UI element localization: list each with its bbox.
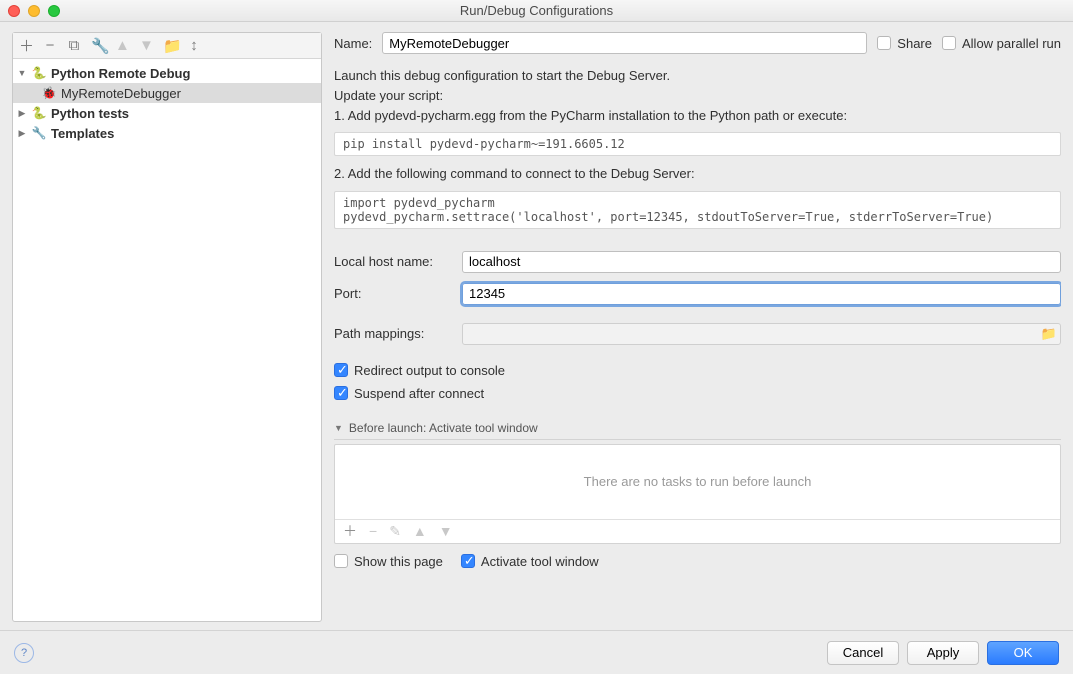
instruction-line: Launch this debug configuration to start…	[334, 66, 1061, 86]
python-icon: 🐍	[31, 106, 47, 120]
move-down-icon[interactable]: ▼	[139, 37, 153, 54]
code-snippet-settrace[interactable]: import pydevd_pycharm pydevd_pycharm.set…	[334, 191, 1061, 229]
remove-config-icon[interactable]: −	[43, 37, 57, 54]
tree-node-label: Python Remote Debug	[51, 66, 190, 81]
port-label: Port:	[334, 286, 454, 301]
before-launch-toolbar: ＋ − ✎ ▲ ▼	[335, 519, 1060, 543]
host-label: Local host name:	[334, 254, 454, 269]
tree-node-label: Templates	[51, 126, 114, 141]
add-config-icon[interactable]: ＋	[19, 35, 33, 56]
share-checkbox[interactable]: Share	[877, 36, 932, 51]
activate-tool-window-label: Activate tool window	[481, 554, 599, 569]
config-tree: ▼ 🐍 Python Remote Debug 🐞 MyRemoteDebugg…	[13, 59, 321, 621]
code-snippet-pip[interactable]: pip install pydevd-pycharm~=191.6605.12	[334, 132, 1061, 156]
sort-icon[interactable]: ↕	[187, 37, 201, 54]
expand-arrow-icon: ▼	[17, 68, 27, 78]
port-input[interactable]	[462, 283, 1061, 305]
collapse-arrow-icon: ▶	[17, 108, 27, 119]
edit-defaults-icon[interactable]: 🔧	[91, 37, 105, 55]
dialog-footer: ? Cancel Apply OK	[0, 630, 1073, 674]
tree-node-python-tests[interactable]: ▶ 🐍 Python tests	[13, 103, 321, 123]
tree-node-python-remote-debug[interactable]: ▼ 🐍 Python Remote Debug	[13, 63, 321, 83]
instruction-step: 1. Add pydevd-pycharm.egg from the PyCha…	[334, 106, 1061, 126]
share-checkbox-input[interactable]	[877, 36, 891, 50]
host-input[interactable]	[462, 251, 1061, 273]
suspend-checkbox-input[interactable]	[334, 386, 348, 400]
instructions-block: Launch this debug configuration to start…	[334, 66, 1061, 126]
remote-debug-icon: 🐞	[41, 86, 57, 100]
suspend-checkbox[interactable]: Suspend after connect	[334, 386, 1061, 401]
remove-task-icon[interactable]: −	[369, 523, 377, 539]
before-launch-header[interactable]: ▼ Before launch: Activate tool window	[334, 421, 1061, 440]
tree-node-myremotedebugger[interactable]: 🐞 MyRemoteDebugger	[13, 83, 321, 103]
folder-picker-icon[interactable]: 📁	[1038, 326, 1060, 342]
show-this-page-checkbox[interactable]: Show this page	[334, 554, 443, 569]
cancel-button[interactable]: Cancel	[827, 641, 899, 665]
tree-node-label: Python tests	[51, 106, 129, 121]
parallel-checkbox-input[interactable]	[942, 36, 956, 50]
ok-button[interactable]: OK	[987, 641, 1059, 665]
copy-config-icon[interactable]: ⧉	[67, 37, 81, 54]
apply-button[interactable]: Apply	[907, 641, 979, 665]
redirect-output-checkbox-input[interactable]	[334, 363, 348, 377]
move-task-down-icon[interactable]: ▼	[439, 523, 453, 539]
titlebar: Run/Debug Configurations	[0, 0, 1073, 22]
instruction-line: Update your script:	[334, 86, 1061, 106]
edit-task-icon[interactable]: ✎	[389, 523, 401, 540]
show-this-page-checkbox-input[interactable]	[334, 554, 348, 568]
redirect-label: Redirect output to console	[354, 363, 505, 378]
window-title: Run/Debug Configurations	[0, 3, 1073, 18]
before-launch-tasks: There are no tasks to run before launch …	[334, 444, 1061, 544]
python-icon: 🐍	[31, 66, 47, 80]
move-up-icon[interactable]: ▲	[115, 37, 129, 54]
name-label: Name:	[334, 36, 372, 51]
redirect-output-checkbox[interactable]: Redirect output to console	[334, 363, 1061, 378]
section-collapse-icon: ▼	[334, 423, 343, 433]
sidebar-toolbar: ＋ − ⧉ 🔧 ▲ ▼ 📁 ↕	[13, 33, 321, 59]
before-launch-placeholder: There are no tasks to run before launch	[335, 445, 1060, 519]
move-task-up-icon[interactable]: ▲	[413, 523, 427, 539]
mappings-label: Path mappings:	[334, 326, 454, 341]
instruction-step: 2. Add the following command to connect …	[334, 164, 1061, 184]
parallel-label: Allow parallel run	[962, 36, 1061, 51]
tree-node-label: MyRemoteDebugger	[61, 86, 181, 101]
suspend-label: Suspend after connect	[354, 386, 484, 401]
config-editor: Name: Share Allow parallel run Launch th…	[334, 32, 1061, 622]
activate-tool-window-checkbox[interactable]: Activate tool window	[461, 554, 599, 569]
show-this-page-label: Show this page	[354, 554, 443, 569]
path-mappings-field[interactable]: 📁	[462, 323, 1061, 345]
tree-node-templates[interactable]: ▶ 🔧 Templates	[13, 123, 321, 143]
help-button[interactable]: ?	[14, 643, 34, 663]
add-task-icon[interactable]: ＋	[343, 521, 357, 541]
configurations-sidebar: ＋ − ⧉ 🔧 ▲ ▼ 📁 ↕ ▼ 🐍 Python Remote Debug …	[12, 32, 322, 622]
before-launch-title: Before launch: Activate tool window	[349, 421, 538, 435]
wrench-icon: 🔧	[31, 126, 47, 140]
activate-tool-window-checkbox-input[interactable]	[461, 554, 475, 568]
name-input[interactable]	[382, 32, 867, 54]
collapse-arrow-icon: ▶	[17, 128, 27, 139]
share-label: Share	[897, 36, 932, 51]
folder-icon[interactable]: 📁	[163, 37, 177, 55]
parallel-checkbox[interactable]: Allow parallel run	[942, 36, 1061, 51]
